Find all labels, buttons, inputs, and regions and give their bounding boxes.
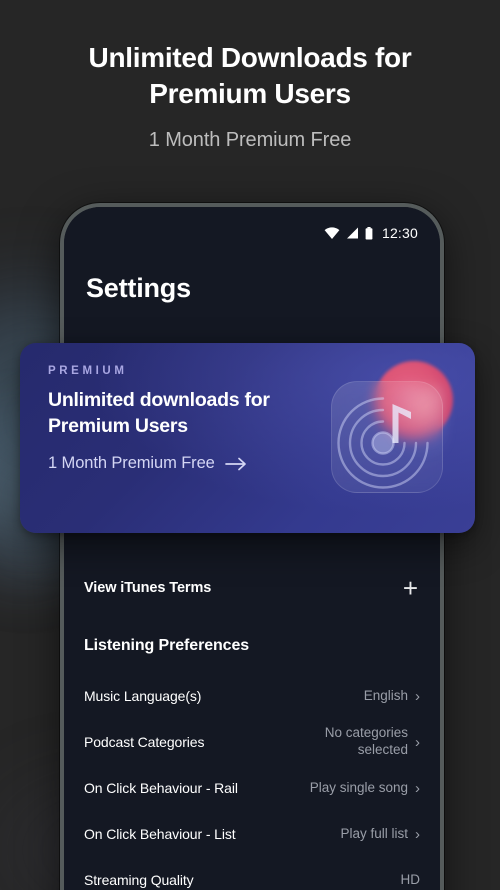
premium-card-title: Unlimited downloads for Premium Users: [48, 389, 270, 437]
settings-row-value: Play single song: [309, 779, 408, 795]
settings-row-trailing: Play single song ›: [310, 780, 420, 797]
settings-row-trailing: Play full list ›: [340, 826, 420, 843]
promo-title: Unlimited Downloads for Premium Users: [88, 42, 412, 109]
settings-row-music-languages[interactable]: Music Language(s) English ›: [82, 673, 422, 719]
settings-row-label: Podcast Categories: [84, 734, 205, 750]
page-title: Settings: [86, 273, 191, 303]
settings-row-podcast-categories[interactable]: Podcast Categories No categories selecte…: [82, 719, 422, 765]
promo-subtitle: 1 Month Premium Free: [148, 128, 352, 151]
premium-card-cta[interactable]: 1 Month Premium Free: [48, 454, 475, 473]
settings-row-label: On Click Behaviour - List: [84, 826, 236, 842]
settings-section-label: Listening Preferences: [84, 637, 250, 654]
settings-row-value: No categories selected: [324, 725, 408, 757]
status-bar-time: 12:30: [381, 225, 418, 241]
status-bar: 12:30: [324, 225, 418, 241]
settings-row-trailing: HD: [401, 872, 421, 889]
wifi-icon: [324, 226, 340, 239]
settings-row-trailing: +: [403, 575, 420, 601]
promo-header: Unlimited Downloads for Premium Users 1 …: [0, 40, 500, 152]
premium-card-content: PREMIUM Unlimited downloads for Premium …: [20, 343, 475, 533]
settings-row-value: Play full list: [340, 825, 408, 841]
arrow-right-icon: [224, 457, 246, 471]
premium-promo-card[interactable]: PREMIUM Unlimited downloads for Premium …: [20, 343, 475, 533]
plus-icon[interactable]: +: [403, 575, 418, 601]
settings-row-value: English: [363, 687, 408, 703]
settings-row-trailing: No categories selected ›: [278, 725, 420, 759]
phone-screen: 12:30 Settings View iTunes Terms + Liste…: [64, 207, 440, 890]
phone-device-mockup: 12:30 Settings View iTunes Terms + Liste…: [60, 203, 444, 890]
settings-row-view-itunes-terms[interactable]: View iTunes Terms +: [82, 565, 422, 611]
promo-screenshot: Unlimited Downloads for Premium Users 1 …: [0, 0, 500, 890]
settings-list: View iTunes Terms + Listening Preference…: [64, 565, 440, 890]
chevron-right-icon: ›: [415, 687, 420, 705]
premium-card-eyebrow: PREMIUM: [48, 365, 128, 377]
chevron-right-icon: ›: [415, 825, 420, 843]
settings-row-label: Music Language(s): [84, 688, 202, 704]
settings-row-label: Streaming Quality: [84, 872, 194, 888]
settings-row-streaming-quality[interactable]: Streaming Quality HD: [82, 857, 422, 890]
chevron-right-icon: ›: [415, 733, 420, 751]
settings-row-value: HD: [400, 871, 421, 887]
settings-row-label: On Click Behaviour - Rail: [84, 780, 238, 796]
premium-card-cta-label: 1 Month Premium Free: [48, 454, 215, 473]
settings-row-on-click-behaviour-list[interactable]: On Click Behaviour - List Play full list…: [82, 811, 422, 857]
battery-icon: [365, 226, 373, 239]
settings-row-trailing: English ›: [364, 688, 420, 705]
signal-icon: [346, 227, 358, 239]
settings-row-label: View iTunes Terms: [84, 580, 212, 596]
settings-row-on-click-behaviour-rail[interactable]: On Click Behaviour - Rail Play single so…: [82, 765, 422, 811]
chevron-right-icon: ›: [415, 779, 420, 797]
settings-section-listening-preferences: Listening Preferences: [82, 623, 422, 669]
